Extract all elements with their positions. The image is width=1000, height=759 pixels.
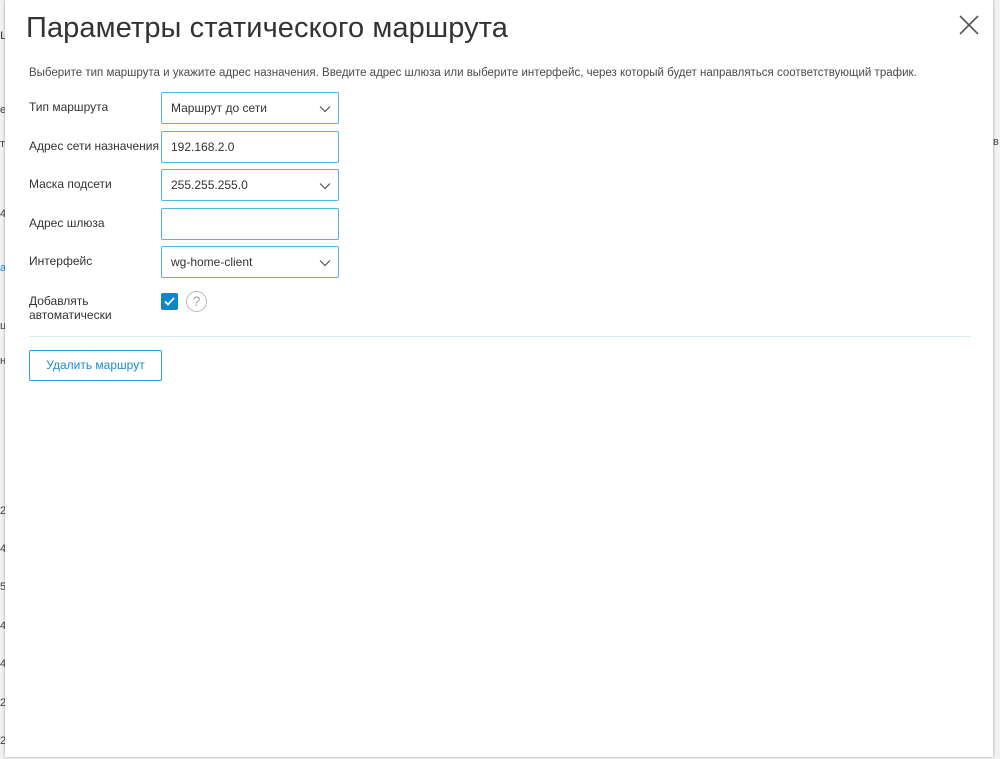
mask-label: Маска подсети [29, 177, 112, 191]
help-icon[interactable]: ? [186, 291, 207, 312]
gateway-label: Адрес шлюза [29, 216, 105, 230]
auto-add-label-line2: автоматически [29, 308, 112, 322]
close-icon [956, 12, 982, 38]
route-type-label: Тип маршрута [29, 100, 109, 114]
route-type-value: Маршрут до сети [171, 101, 267, 115]
route-type-row: Тип маршрута Маршрут до сети [29, 92, 349, 124]
auto-add-row: Добавлять автоматически ? [29, 291, 349, 325]
static-route-dialog: Параметры статического маршрута Выберите… [5, 0, 993, 757]
dialog-title: Параметры статического маршрута [26, 12, 509, 44]
mask-value: 255.255.255.0 [171, 178, 248, 192]
dialog-hint: Выберите тип маршрута и укажите адрес на… [29, 67, 917, 79]
destination-input[interactable] [161, 131, 339, 163]
delete-route-button[interactable]: Удалить маршрут [29, 350, 162, 381]
destination-row: Адрес сети назначения [29, 131, 349, 163]
route-type-select[interactable]: Маршрут до сети [161, 92, 339, 124]
mask-row: Маска подсети 255.255.255.0 [29, 169, 349, 201]
interface-select[interactable]: wg-home-client [161, 246, 339, 278]
interface-value: wg-home-client [171, 255, 253, 269]
chevron-down-icon [319, 182, 331, 190]
divider [29, 336, 971, 337]
interface-label: Интерфейс [29, 254, 93, 268]
interface-row: Интерфейс wg-home-client [29, 246, 349, 278]
bg-glyph: в [993, 136, 999, 148]
close-button[interactable] [956, 12, 982, 38]
auto-add-label-line1: Добавлять [29, 294, 89, 308]
auto-add-checkbox[interactable] [161, 293, 178, 310]
gateway-input[interactable] [161, 208, 339, 240]
destination-label: Адрес сети назначения [29, 139, 159, 153]
mask-select[interactable]: 255.255.255.0 [161, 169, 339, 201]
chevron-down-icon [319, 259, 331, 267]
gateway-row: Адрес шлюза [29, 208, 349, 240]
auto-add-label: Добавлять автоматически [29, 294, 112, 322]
chevron-down-icon [319, 105, 331, 113]
